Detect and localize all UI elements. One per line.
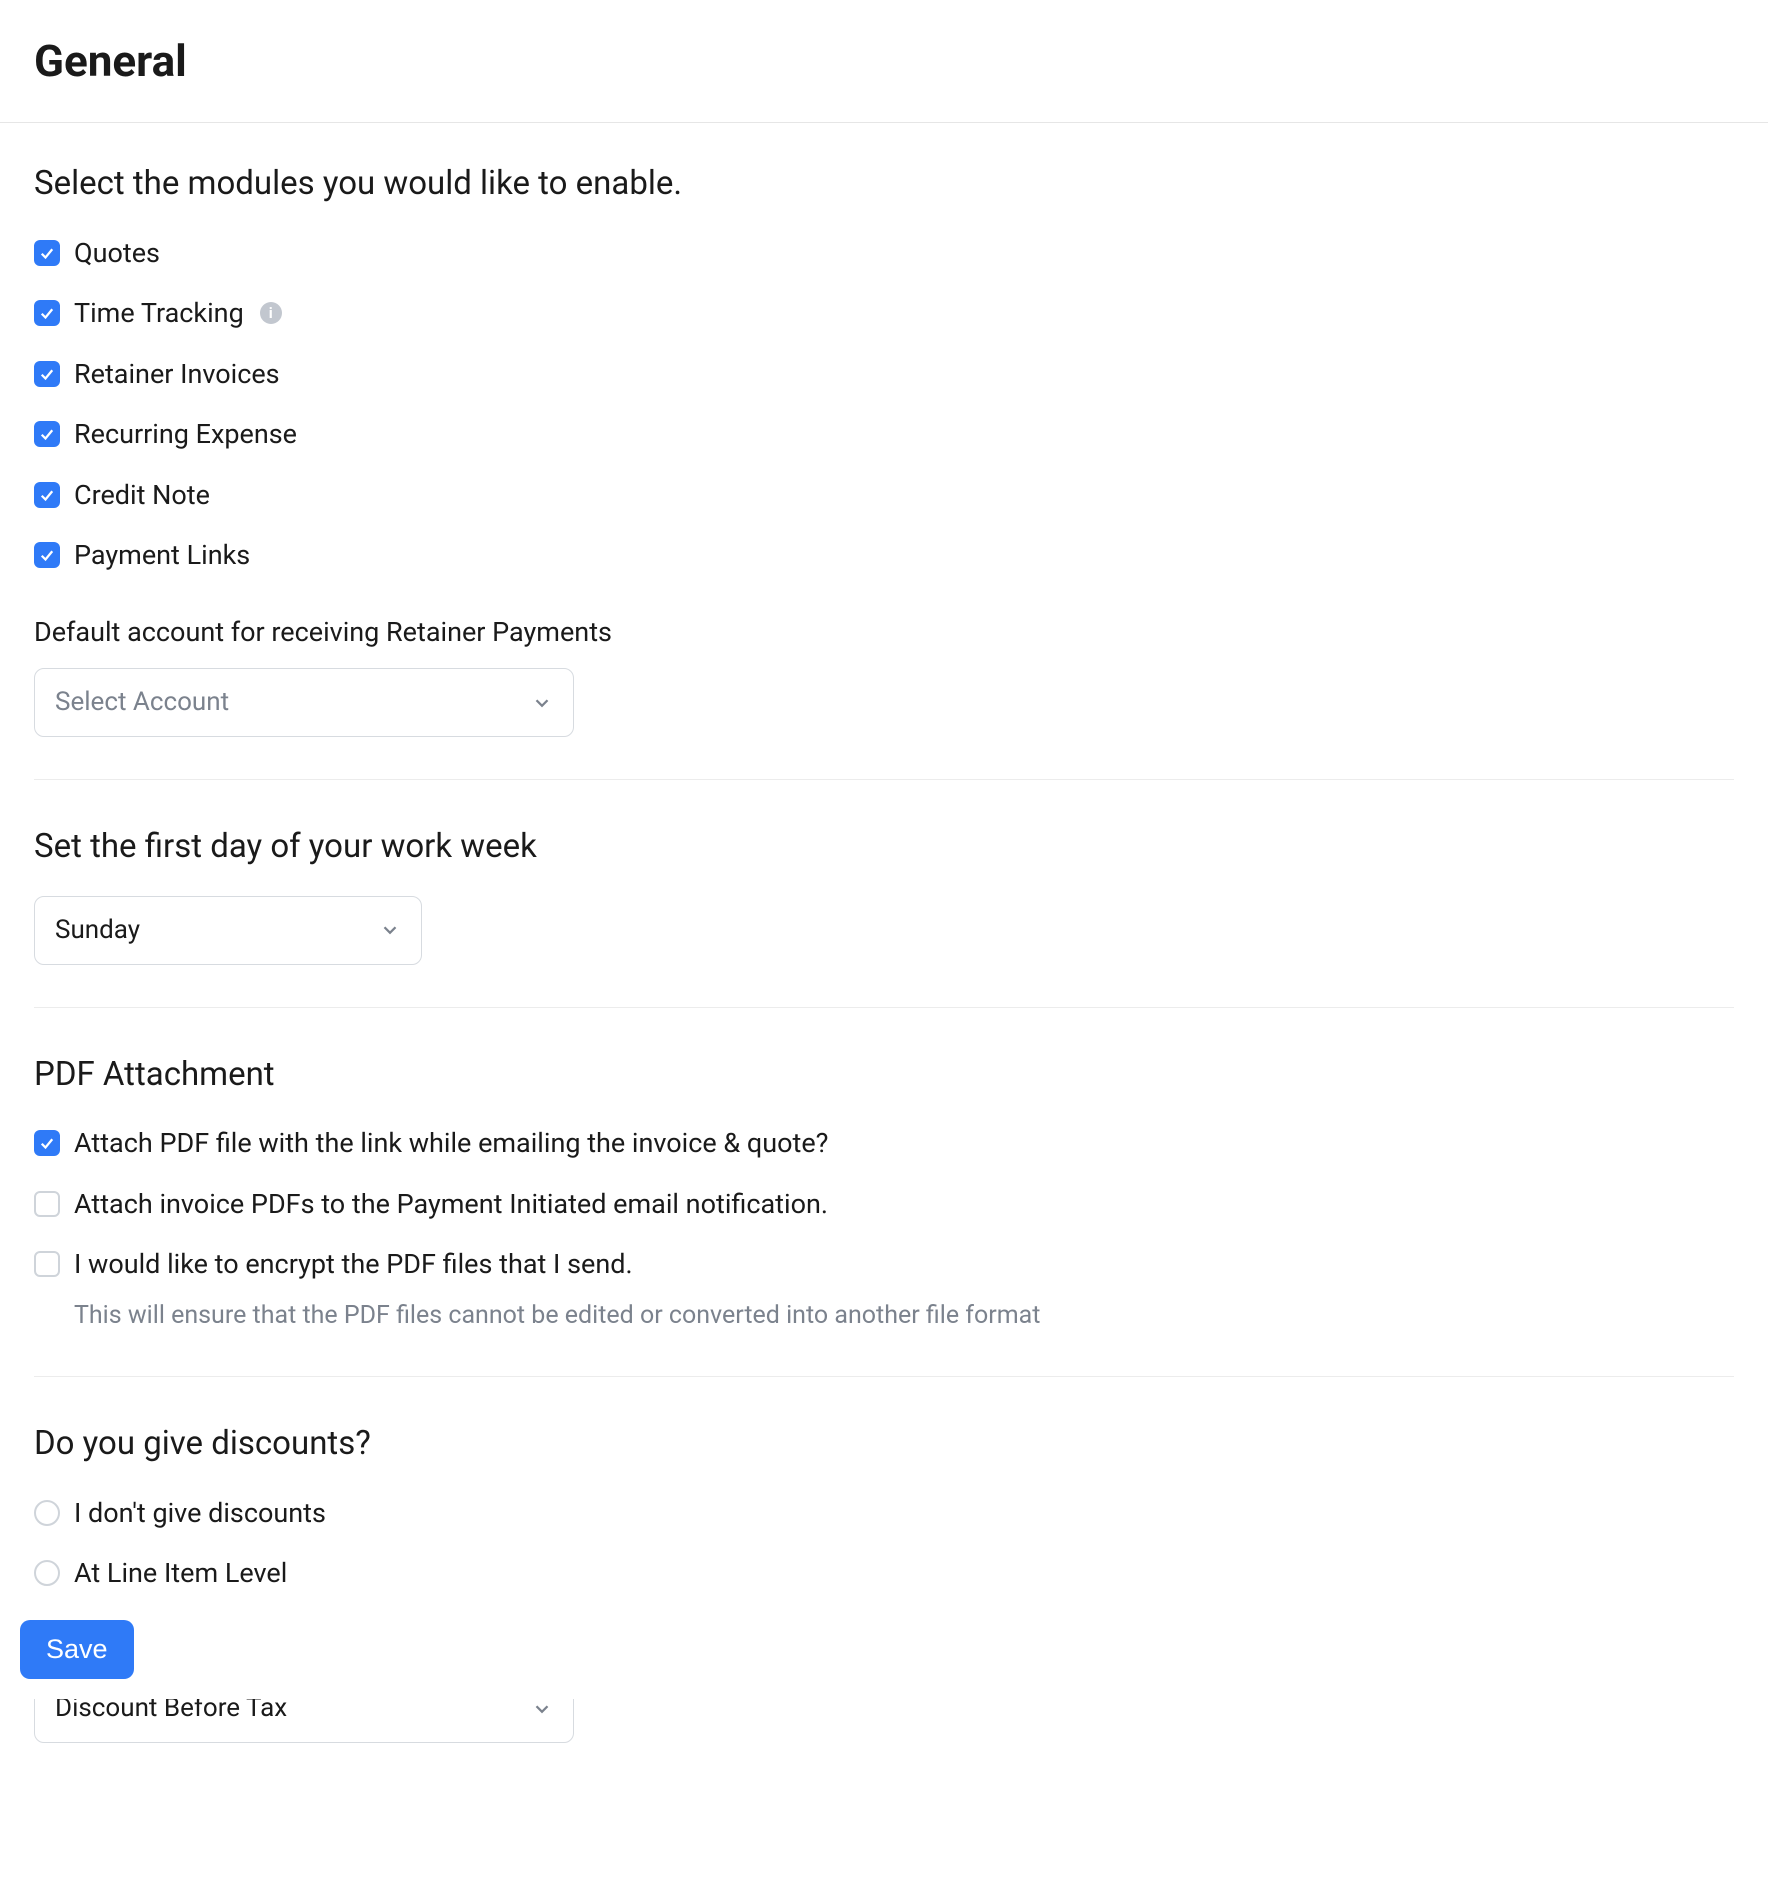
module-checkbox[interactable] <box>34 421 60 447</box>
module-label: Time Tracking <box>74 293 244 334</box>
module-checkbox[interactable] <box>34 300 60 326</box>
save-button[interactable]: Save <box>20 1620 134 1679</box>
module-row: Retainer Invoices <box>34 354 1734 395</box>
discount-radio[interactable] <box>34 1500 60 1526</box>
module-label: Credit Note <box>74 475 210 516</box>
discount-option-label: At Line Item Level <box>74 1553 287 1594</box>
pdf-label: I would like to encrypt the PDF files th… <box>74 1244 633 1285</box>
module-checkbox[interactable] <box>34 542 60 568</box>
pdf-checkbox[interactable] <box>34 1251 60 1277</box>
pdf-row: Attach invoice PDFs to the Payment Initi… <box>34 1184 1734 1225</box>
pdf-row: Attach PDF file with the link while emai… <box>34 1123 1734 1164</box>
discount-option-label: I don't give discounts <box>74 1493 326 1534</box>
section-divider <box>34 779 1734 780</box>
chevron-down-icon <box>379 919 401 941</box>
week-heading: Set the first day of your work week <box>34 822 1734 872</box>
pdf-row: I would like to encrypt the PDF files th… <box>34 1244 1734 1285</box>
pdf-helper-text: This will ensure that the PDF files cann… <box>74 1297 1734 1335</box>
module-label: Recurring Expense <box>74 414 297 455</box>
pdf-checkbox[interactable] <box>34 1130 60 1156</box>
module-row: Recurring Expense <box>34 414 1734 455</box>
module-label: Quotes <box>74 233 160 274</box>
modules-list: Quotes Time Tracking i Retainer Invoices Rec… <box>34 233 1734 576</box>
info-icon[interactable]: i <box>260 302 282 324</box>
discount-option-row: I don't give discounts <box>34 1493 1734 1534</box>
page-header: General <box>0 0 1768 122</box>
chevron-down-icon <box>531 692 553 714</box>
retainer-account-select[interactable]: Select Account <box>34 668 574 737</box>
module-row: Credit Note <box>34 475 1734 516</box>
module-checkbox[interactable] <box>34 482 60 508</box>
module-label: Payment Links <box>74 535 250 576</box>
discount-option-row: At Line Item Level <box>34 1553 1734 1594</box>
module-label: Retainer Invoices <box>74 354 280 395</box>
module-row: Payment Links <box>34 535 1734 576</box>
module-checkbox[interactable] <box>34 240 60 266</box>
module-row: Time Tracking i <box>34 293 1734 334</box>
week-start-select[interactable]: Sunday <box>34 896 422 965</box>
retainer-account-placeholder: Select Account <box>55 683 229 722</box>
modules-heading: Select the modules you would like to ena… <box>34 159 1734 209</box>
footer: Save <box>0 1599 1768 1699</box>
section-divider <box>34 1007 1734 1008</box>
pdf-label: Attach PDF file with the link while emai… <box>74 1123 828 1164</box>
chevron-down-icon <box>531 1698 553 1720</box>
module-checkbox[interactable] <box>34 361 60 387</box>
pdf-heading: PDF Attachment <box>34 1050 1734 1100</box>
week-start-value: Sunday <box>55 911 140 950</box>
discount-radio[interactable] <box>34 1560 60 1586</box>
module-row: Quotes <box>34 233 1734 274</box>
page-title: General <box>34 28 1734 94</box>
pdf-label: Attach invoice PDFs to the Payment Initi… <box>74 1184 828 1225</box>
pdf-checkbox[interactable] <box>34 1191 60 1217</box>
discounts-heading: Do you give discounts? <box>34 1419 1734 1469</box>
section-divider <box>34 1376 1734 1377</box>
retainer-account-label: Default account for receiving Retainer P… <box>34 612 1734 653</box>
pdf-list: Attach PDF file with the link while emai… <box>34 1123 1734 1334</box>
